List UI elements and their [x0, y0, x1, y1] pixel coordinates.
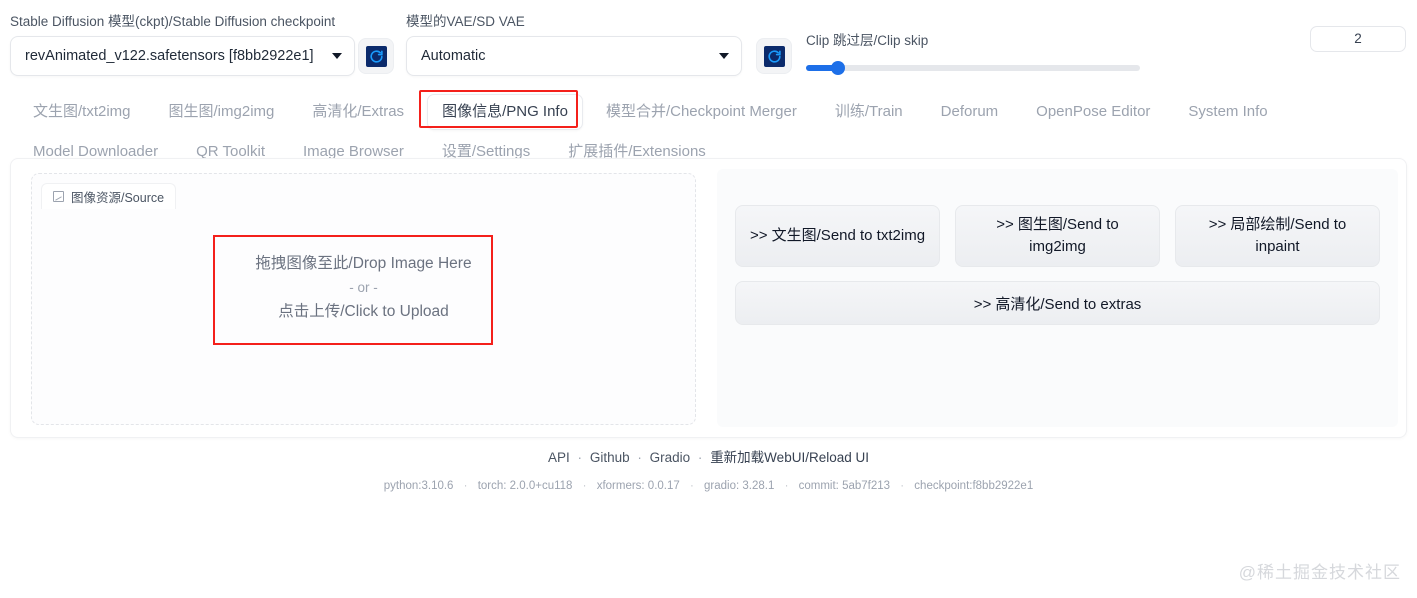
send-to-extras-button[interactable]: >> 高清化/Send to extras — [735, 281, 1380, 325]
vae-value: Automatic — [421, 48, 486, 64]
tab-label: OpenPose Editor — [1036, 103, 1151, 120]
button-label: >> 局部绘制/Send to inpaint — [1208, 216, 1347, 255]
version-info: python:3.10.6 · torch: 2.0.0+cu118 · xfo… — [0, 478, 1417, 494]
version-separator: · — [689, 480, 694, 492]
gradio-version: gradio: 3.28.1 — [704, 480, 775, 492]
reload-ui-label: 重新加载WebUI/Reload UI — [710, 450, 869, 465]
png-info-panel: 图像资源/Source 拖拽图像至此/Drop Image Here - or … — [10, 158, 1407, 438]
send-to-txt2img-button[interactable]: >> 文生图/Send to txt2img — [735, 205, 940, 267]
xformers-version: xformers: 0.0.17 — [596, 480, 680, 492]
api-link[interactable]: API — [548, 450, 570, 465]
footer-separator: · — [577, 450, 583, 465]
button-label: >> 图生图/Send to img2img — [996, 216, 1119, 255]
chevron-down-icon — [332, 53, 342, 59]
commit-hash: commit: 5ab7f213 — [798, 480, 891, 492]
clip-skip-group: Clip 跳过层/Clip skip 2 — [806, 26, 1406, 75]
slider-thumb[interactable] — [831, 61, 845, 75]
github-link[interactable]: Github — [590, 450, 630, 465]
tab-bar: 文生图/txt2img 图生图/img2img 高清化/Extras 图像信息/… — [0, 92, 1417, 160]
version-separator: · — [900, 480, 905, 492]
drop-line-2: - or - — [349, 280, 378, 295]
model-toolbar: Stable Diffusion 模型(ckpt)/Stable Diffusi… — [0, 0, 1417, 88]
footer-separator: · — [697, 450, 703, 465]
clip-skip-label: Clip 跳过层/Clip skip — [806, 33, 929, 48]
tab-label: 图像信息/PNG Info — [442, 103, 568, 120]
source-tab-label: 图像资源/Source — [71, 191, 165, 205]
torch-version: torch: 2.0.0+cu118 — [477, 480, 573, 492]
tab-system-info[interactable]: System Info — [1173, 94, 1282, 130]
python-version: python:3.10.6 — [383, 480, 454, 492]
tab-label: System Info — [1188, 103, 1268, 120]
vae-label: 模型的VAE/SD VAE — [406, 14, 525, 29]
footer-separator: · — [637, 450, 642, 465]
clip-skip-input[interactable]: 2 — [1310, 26, 1406, 52]
refresh-vae-button[interactable] — [756, 38, 792, 74]
footer-links: API · Github · Gradio · 重新加载WebUI/Reload… — [0, 448, 1417, 468]
webui-page: Stable Diffusion 模型(ckpt)/Stable Diffusi… — [0, 0, 1417, 598]
tab-checkpoint-merger[interactable]: 模型合并/Checkpoint Merger — [591, 94, 812, 130]
send-button-row: >> 文生图/Send to txt2img >> 图生图/Send to im… — [717, 205, 1398, 267]
tab-openpose-editor[interactable]: OpenPose Editor — [1021, 94, 1165, 130]
tab-row-1: 文生图/txt2img 图生图/img2img 高清化/Extras 图像信息/… — [0, 92, 1417, 132]
refresh-icon — [365, 45, 387, 67]
version-separator: · — [582, 480, 587, 492]
source-tab[interactable]: 图像资源/Source — [41, 183, 177, 209]
clip-skip-slider[interactable] — [806, 61, 1140, 75]
checkpoint-hash: checkpoint:f8bb2922e1 — [914, 480, 1034, 492]
version-separator: · — [463, 480, 468, 492]
vae-select[interactable]: Automatic — [406, 36, 742, 76]
vae-group: 模型的VAE/SD VAE Automatic — [406, 14, 742, 76]
chevron-down-icon — [719, 53, 729, 59]
tab-label: Deforum — [940, 103, 999, 120]
tab-label: 训练/Train — [834, 103, 903, 120]
checkpoint-label: Stable Diffusion 模型(ckpt)/Stable Diffusi… — [10, 14, 336, 29]
button-label: >> 高清化/Send to extras — [973, 295, 1142, 313]
watermark: @稀土掘金技术社区 — [1238, 563, 1401, 582]
tab-train[interactable]: 训练/Train — [820, 94, 918, 130]
tab-label: 高清化/Extras — [312, 103, 405, 120]
drop-line-3: 点击上传/Click to Upload — [278, 303, 449, 320]
dropzone-text: 拖拽图像至此/Drop Image Here - or - 点击上传/Click… — [32, 252, 695, 324]
tab-png-info[interactable]: 图像信息/PNG Info — [427, 94, 583, 130]
clip-skip-header: Clip 跳过层/Clip skip 2 — [806, 26, 1406, 52]
image-icon — [53, 191, 64, 202]
image-dropzone[interactable]: 图像资源/Source 拖拽图像至此/Drop Image Here - or … — [31, 173, 696, 425]
send-to-img2img-button[interactable]: >> 图生图/Send to img2img — [955, 205, 1160, 267]
send-to-panel: >> 文生图/Send to txt2img >> 图生图/Send to im… — [717, 169, 1398, 427]
refresh-checkpoint-button[interactable] — [358, 38, 394, 74]
button-label: >> 文生图/Send to txt2img — [749, 227, 926, 244]
tab-extras[interactable]: 高清化/Extras — [297, 94, 419, 130]
gradio-link[interactable]: Gradio — [650, 450, 691, 465]
tab-img2img[interactable]: 图生图/img2img — [154, 94, 290, 130]
slider-track — [806, 65, 1140, 71]
footer: API · Github · Gradio · 重新加载WebUI/Reload… — [0, 448, 1417, 494]
reload-ui-link[interactable]: 重新加载WebUI/Reload UI — [710, 450, 869, 465]
checkpoint-select[interactable]: revAnimated_v122.safetensors [f8bb2922e1… — [10, 36, 355, 76]
version-separator: · — [784, 480, 789, 492]
tab-deforum[interactable]: Deforum — [926, 94, 1014, 130]
drop-line-1: 拖拽图像至此/Drop Image Here — [255, 255, 472, 272]
tab-txt2img[interactable]: 文生图/txt2img — [18, 94, 146, 130]
tab-label: 模型合并/Checkpoint Merger — [605, 103, 797, 120]
send-to-inpaint-button[interactable]: >> 局部绘制/Send to inpaint — [1175, 205, 1380, 267]
tab-label: 图生图/img2img — [168, 103, 275, 120]
refresh-icon — [763, 45, 785, 67]
checkpoint-value: revAnimated_v122.safetensors [f8bb2922e1… — [25, 48, 314, 64]
checkpoint-group: Stable Diffusion 模型(ckpt)/Stable Diffusi… — [10, 14, 355, 76]
tab-label: 文生图/txt2img — [33, 103, 131, 120]
